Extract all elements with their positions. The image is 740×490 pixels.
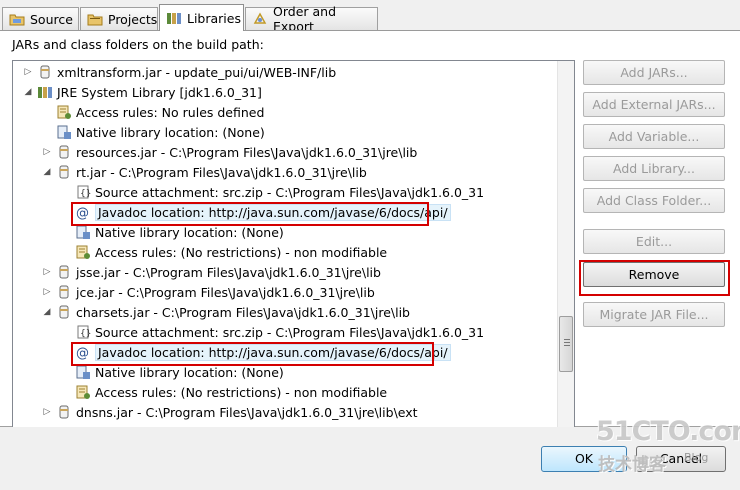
- tree-item-label: Native library location: (None): [95, 364, 284, 380]
- tab-projects-label: Projects: [108, 11, 158, 27]
- library-icon: [37, 84, 53, 100]
- tree-item-label: Access rules: No rules defined: [76, 104, 265, 120]
- collapse-twisty-icon[interactable]: ◢: [42, 307, 52, 317]
- tab-order-and-export[interactable]: Order and Export: [245, 4, 378, 34]
- source-attachment-icon: {}: [75, 324, 91, 340]
- tree-item-label: dnsns.jar - C:\Program Files\Java\jdk1.6…: [76, 404, 418, 420]
- jar-icon: [56, 284, 72, 300]
- projects-icon: [87, 12, 103, 26]
- add-external-jars-button[interactable]: Add External JARs...: [583, 92, 725, 117]
- remove-highlight-box: [579, 260, 730, 296]
- watermark-blog: Blog: [684, 451, 709, 464]
- order-export-icon: [252, 12, 268, 26]
- tree-item[interactable]: jsse.jar - C:\Program Files\Java\jdk1.6.…: [56, 262, 381, 282]
- access-rules-icon: [75, 244, 91, 260]
- tree-item-label: charsets.jar - C:\Program Files\Java\jdk…: [76, 304, 410, 320]
- libraries-icon: [166, 11, 182, 25]
- native-library-icon: [75, 364, 91, 380]
- tree-item-label: Access rules: (No restrictions) - non mo…: [95, 384, 388, 400]
- tree-item[interactable]: xmltransform.jar - update_pui/ui/WEB-INF…: [37, 62, 336, 82]
- tab-libraries[interactable]: Libraries: [159, 4, 244, 31]
- tab-projects[interactable]: Projects: [80, 7, 158, 30]
- tree-item-label: resources.jar - C:\Program Files\Java\jd…: [76, 144, 418, 160]
- tree-item-label: Access rules: (No restrictions) - non mo…: [95, 244, 388, 260]
- jar-icon: [56, 404, 72, 420]
- access-rules-icon: [56, 104, 72, 120]
- tree-item-label: jsse.jar - C:\Program Files\Java\jdk1.6.…: [76, 264, 381, 280]
- source-attachment-icon: {}: [75, 184, 91, 200]
- tree-item-label: JRE System Library [jdk1.6.0_31]: [57, 84, 262, 100]
- tree-item[interactable]: {} Source attachment: src.zip - C:\Progra…: [75, 182, 484, 202]
- javadoc-highlight-box: [71, 202, 429, 226]
- add-class-folder-button[interactable]: Add Class Folder...: [583, 188, 725, 213]
- expand-twisty-icon[interactable]: ▷: [23, 67, 33, 77]
- tree-item[interactable]: dnsns.jar - C:\Program Files\Java\jdk1.6…: [56, 402, 418, 422]
- build-path-tree[interactable]: ▷ xmltransform.jar - update_pui/ui/WEB-IN…: [12, 60, 575, 440]
- libraries-panel: JARs and class folders on the build path…: [0, 31, 740, 440]
- jar-icon: [56, 304, 72, 320]
- vertical-scrollbar[interactable]: [557, 61, 574, 439]
- tree-item[interactable]: rt.jar - C:\Program Files\Java\jdk1.6.0_…: [56, 162, 367, 182]
- native-library-icon: [56, 124, 72, 140]
- watermark-subtitle: 技术博客: [598, 455, 666, 475]
- tree-item-label: Native library location: (None): [95, 224, 284, 240]
- tab-source-label: Source: [30, 11, 73, 27]
- migrate-jar-button[interactable]: Migrate JAR File...: [583, 302, 725, 327]
- tree-item-label: xmltransform.jar - update_pui/ui/WEB-INF…: [57, 64, 337, 80]
- build-path-caption: JARs and class folders on the build path…: [12, 37, 264, 52]
- collapse-twisty-icon[interactable]: ◢: [23, 87, 33, 97]
- collapse-twisty-icon[interactable]: ◢: [42, 167, 52, 177]
- jar-icon: [56, 164, 72, 180]
- tree-item[interactable]: {} Source attachment: src.zip - C:\Progra…: [75, 322, 484, 342]
- source-folder-icon: [9, 12, 25, 26]
- tree-item[interactable]: JRE System Library [jdk1.6.0_31]: [37, 82, 262, 102]
- tree-item[interactable]: jce.jar - C:\Program Files\Java\jdk1.6.0…: [56, 282, 375, 302]
- jar-icon: [56, 264, 72, 280]
- svg-text:{}: {}: [80, 189, 91, 199]
- tree-item[interactable]: resources.jar - C:\Program Files\Java\jd…: [56, 142, 417, 162]
- expand-twisty-icon[interactable]: ▷: [42, 407, 52, 417]
- javadoc-highlight-box-2: [71, 342, 434, 366]
- add-library-button[interactable]: Add Library...: [583, 156, 725, 181]
- add-variable-button[interactable]: Add Variable...: [583, 124, 725, 149]
- scrollbar-thumb[interactable]: [559, 316, 573, 372]
- tree-item[interactable]: Access rules: (No restrictions) - non mo…: [75, 382, 387, 402]
- tree-item-label: Source attachment: src.zip - C:\Program …: [95, 324, 485, 340]
- tree-item[interactable]: Access rules: No rules defined: [56, 102, 264, 122]
- tab-libraries-label: Libraries: [187, 10, 241, 26]
- edit-button[interactable]: Edit...: [583, 229, 725, 254]
- expand-twisty-icon[interactable]: ▷: [42, 267, 52, 277]
- tab-source[interactable]: Source: [2, 7, 79, 30]
- tab-strip: Source Projects Libraries Order and Expo…: [0, 0, 740, 34]
- svg-text:{}: {}: [80, 329, 91, 339]
- expand-twisty-icon[interactable]: ▷: [42, 147, 52, 157]
- tree-item[interactable]: Native library location: (None): [56, 122, 265, 142]
- jar-icon: [56, 144, 72, 160]
- access-rules-icon: [75, 384, 91, 400]
- tree-item[interactable]: Access rules: (No restrictions) - non mo…: [75, 242, 387, 262]
- tree-item-label: rt.jar - C:\Program Files\Java\jdk1.6.0_…: [76, 164, 367, 180]
- tree-item[interactable]: charsets.jar - C:\Program Files\Java\jdk…: [56, 302, 410, 322]
- watermark-logo: 51CTO.com: [596, 416, 740, 447]
- tree-item-label: jce.jar - C:\Program Files\Java\jdk1.6.0…: [76, 284, 375, 300]
- add-jars-button[interactable]: Add JARs...: [583, 60, 725, 85]
- native-library-icon: [75, 224, 91, 240]
- tree-item-label: Native library location: (None): [76, 124, 265, 140]
- jar-icon: [37, 64, 53, 80]
- tree-item-label: Source attachment: src.zip - C:\Program …: [95, 184, 485, 200]
- expand-twisty-icon[interactable]: ▷: [42, 287, 52, 297]
